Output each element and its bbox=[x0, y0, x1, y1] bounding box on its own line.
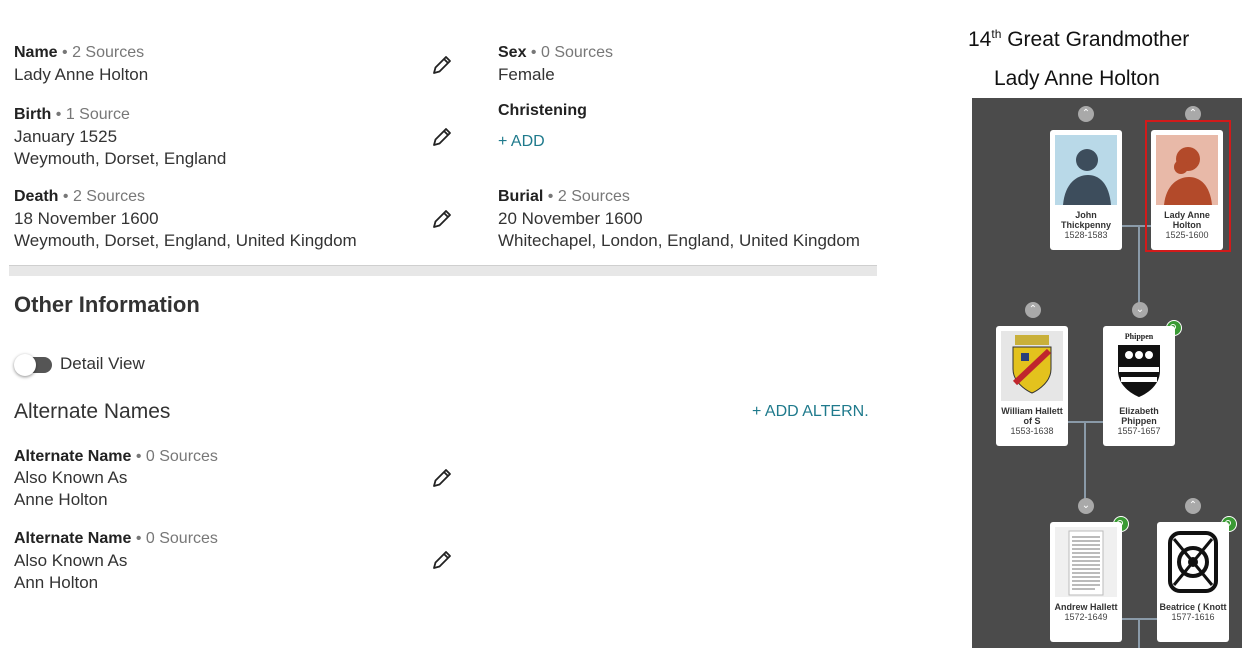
name-value: Lady Anne Holton bbox=[14, 65, 149, 84]
birth-date: January 1525 bbox=[14, 127, 118, 146]
celtic-knot-image bbox=[1162, 527, 1224, 597]
sex-fact-header: Sex • 0 Sources bbox=[498, 42, 613, 64]
detail-view-toggle[interactable] bbox=[14, 354, 52, 376]
person-name: William Hallett of S bbox=[1001, 406, 1063, 426]
name-label: Name bbox=[14, 44, 58, 61]
alternate-name-2-sources[interactable]: • 0 Sources bbox=[136, 530, 218, 547]
relation-ordinal: th bbox=[991, 27, 1002, 41]
couple-connector bbox=[1068, 421, 1104, 423]
expand-parents-chevron-icon[interactable]: ⌃ bbox=[1185, 498, 1201, 514]
christening-label: Christening bbox=[498, 102, 587, 119]
descent-line bbox=[1084, 422, 1086, 499]
phippen-crest-image: Phippen bbox=[1108, 331, 1170, 401]
expand-parents-chevron-icon[interactable]: ⌃ bbox=[1078, 106, 1094, 122]
edit-death-pencil-icon[interactable] bbox=[430, 207, 454, 231]
detail-view-label: Detail View bbox=[60, 354, 145, 373]
sex-value: Female bbox=[498, 65, 555, 84]
alternate-name-2-label: Alternate Name bbox=[14, 530, 132, 547]
person-dates: 1572-1649 bbox=[1064, 612, 1108, 622]
alternate-name-1-label: Alternate Name bbox=[14, 448, 132, 465]
relationship-caption: 14th Great Grandmother bbox=[968, 27, 1189, 52]
person-name: Beatrice ( Knott bbox=[1159, 602, 1227, 612]
document-image bbox=[1055, 527, 1117, 597]
burial-sources[interactable]: • 2 Sources bbox=[548, 188, 630, 205]
sex-sources[interactable]: • 0 Sources bbox=[531, 44, 613, 61]
sex-label: Sex bbox=[498, 44, 527, 61]
death-place: Weymouth, Dorset, England, United Kingdo… bbox=[14, 231, 357, 250]
person-dates: 1553-1638 bbox=[1010, 426, 1054, 436]
alternate-name-2-header: Alternate Name • 0 Sources bbox=[14, 528, 218, 550]
male-avatar-icon bbox=[1055, 135, 1117, 205]
other-information-title: Other Information bbox=[14, 292, 200, 317]
death-date: 18 November 1600 bbox=[14, 209, 159, 228]
alternate-names-title: Alternate Names bbox=[14, 400, 171, 423]
family-tree-panel[interactable]: ⌃ ⌃ John Thickpenny 1528-1583 Lady Anne H… bbox=[972, 98, 1242, 648]
birth-sources[interactable]: • 1 Source bbox=[56, 106, 130, 123]
death-fact-header: Death • 2 Sources bbox=[14, 186, 145, 208]
name-sources[interactable]: • 2 Sources bbox=[62, 44, 144, 61]
collapse-chevron-icon[interactable]: ⌄ bbox=[1078, 498, 1094, 514]
section-divider bbox=[9, 265, 877, 276]
person-name: Elizabeth Phippen bbox=[1119, 406, 1159, 426]
alternate-name-1-type: Also Known As bbox=[14, 468, 128, 487]
alternate-name-1-value: Anne Holton bbox=[14, 490, 108, 509]
burial-date: 20 November 1600 bbox=[498, 209, 643, 228]
person-dates: 1577-1616 bbox=[1171, 612, 1215, 622]
burial-fact-header: Burial • 2 Sources bbox=[498, 186, 630, 208]
alternate-name-1-header: Alternate Name • 0 Sources bbox=[14, 446, 218, 468]
coat-of-arms-image bbox=[1001, 331, 1063, 401]
crest-caption: Phippen bbox=[1124, 332, 1154, 341]
edit-birth-pencil-icon[interactable] bbox=[430, 125, 454, 149]
christening-add-link[interactable]: + ADD bbox=[498, 133, 545, 151]
person-dates: 1557-1657 bbox=[1117, 426, 1161, 436]
edit-name-pencil-icon[interactable] bbox=[430, 53, 454, 77]
christening-fact-header: Christening bbox=[498, 100, 587, 122]
collapse-chevron-icon[interactable]: ⌄ bbox=[1132, 302, 1148, 318]
person-card[interactable]: Andrew Hallett 1572-1649 bbox=[1050, 522, 1122, 642]
caption-person-name: Lady Anne Holton bbox=[994, 67, 1160, 90]
name-fact-header: Name • 2 Sources bbox=[14, 42, 144, 64]
person-name: Andrew Hallett bbox=[1054, 602, 1118, 612]
edit-alternate-name-1-pencil-icon[interactable] bbox=[430, 466, 454, 490]
couple-connector bbox=[1122, 618, 1158, 620]
person-card[interactable]: John Thickpenny 1528-1583 bbox=[1050, 130, 1122, 250]
person-card[interactable]: Phippen Elizabeth Phippen 1557-1657 bbox=[1103, 326, 1175, 446]
burial-label: Burial bbox=[498, 188, 544, 205]
death-label: Death bbox=[14, 188, 59, 205]
person-card[interactable]: Beatrice ( Knott 1577-1616 bbox=[1157, 522, 1229, 642]
expand-parents-chevron-icon[interactable]: ⌃ bbox=[1025, 302, 1041, 318]
toggle-knob bbox=[14, 354, 36, 376]
alternate-name-1-sources[interactable]: • 0 Sources bbox=[136, 448, 218, 465]
person-card[interactable]: William Hallett of S 1553-1638 bbox=[996, 326, 1068, 446]
selected-person-highlight bbox=[1145, 120, 1231, 252]
add-alternate-name-link[interactable]: + ADD ALTERN. bbox=[752, 403, 878, 421]
edit-alternate-name-2-pencil-icon[interactable] bbox=[430, 548, 454, 572]
descent-line bbox=[1138, 619, 1140, 648]
person-name: John Thickpenny bbox=[1060, 210, 1111, 230]
birth-fact-header: Birth • 1 Source bbox=[14, 104, 130, 126]
birth-label: Birth bbox=[14, 106, 52, 123]
person-dates: 1528-1583 bbox=[1064, 230, 1108, 240]
relation-text: Great Grandmother bbox=[1001, 28, 1190, 51]
burial-place: Whitechapel, London, England, United Kin… bbox=[498, 231, 860, 250]
death-sources[interactable]: • 2 Sources bbox=[63, 188, 145, 205]
alternate-name-2-value: Ann Holton bbox=[14, 573, 99, 592]
alternate-name-2-type: Also Known As bbox=[14, 551, 128, 570]
birth-place: Weymouth, Dorset, England bbox=[14, 149, 227, 168]
relation-number: 14 bbox=[968, 28, 992, 51]
descent-line bbox=[1138, 226, 1140, 304]
